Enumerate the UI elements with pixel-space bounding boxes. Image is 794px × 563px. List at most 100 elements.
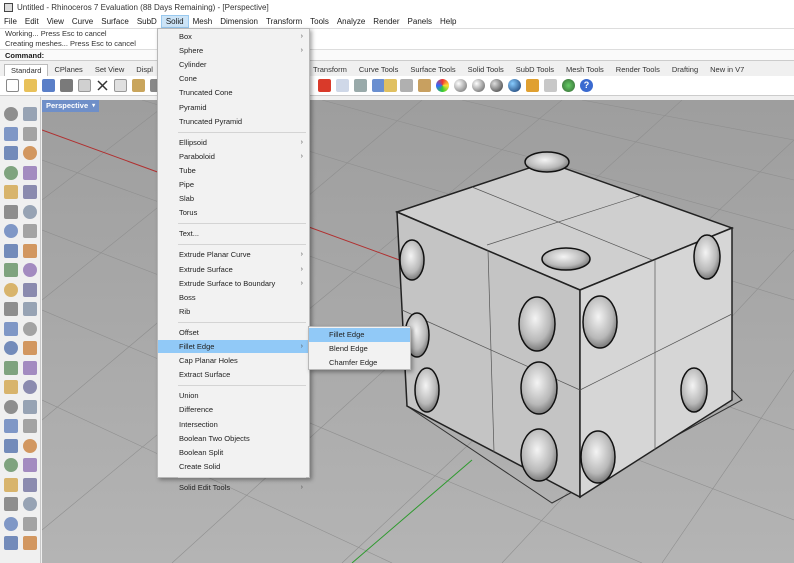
tool-palette-icon[interactable] (23, 243, 37, 258)
tool-palette-icon[interactable] (23, 458, 37, 472)
menu-item-cap-planar-holes[interactable]: Cap Planar Holes (158, 354, 309, 367)
tool-palette-icon[interactable] (23, 321, 37, 336)
tool-palette-icon[interactable] (4, 107, 18, 121)
command-prompt[interactable]: Command: (0, 49, 794, 60)
tool-palette-icon[interactable] (23, 204, 37, 219)
menu-item-intersection[interactable]: Intersection (158, 418, 309, 431)
tool-palette-icon[interactable] (4, 536, 18, 550)
tool-palette-icon[interactable] (23, 360, 37, 375)
menu-curve[interactable]: Curve (68, 15, 97, 28)
tool-palette-icon[interactable] (4, 497, 18, 511)
tab-drafting[interactable]: Drafting (666, 64, 704, 76)
tool-palette-icon[interactable] (4, 204, 18, 219)
paste-icon[interactable] (132, 79, 145, 92)
menu-item-extrude-surface-to-boundary[interactable]: Extrude Surface to Boundary › (158, 277, 309, 290)
tool-palette-icon[interactable] (4, 516, 18, 531)
tab-mesh-tools[interactable]: Mesh Tools (560, 64, 610, 76)
cut-icon[interactable] (96, 79, 109, 92)
submenu-item-blend-edge[interactable]: Blend Edge (309, 342, 410, 356)
menu-item-tube[interactable]: Tube (158, 164, 309, 177)
tool-palette-icon[interactable] (4, 477, 18, 492)
menu-item-paraboloid[interactable]: Paraboloid › (158, 150, 309, 163)
tab-surface-tools[interactable]: Surface Tools (404, 64, 461, 76)
tool-palette-icon[interactable] (23, 516, 37, 531)
submenu-item-chamfer-edge[interactable]: Chamfer Edge (309, 356, 410, 370)
submenu-item-fillet-edge[interactable]: Fillet Edge (309, 328, 410, 342)
menu-item-extract-surface[interactable]: Extract Surface (158, 368, 309, 381)
copy-icon[interactable] (114, 79, 127, 92)
tool-palette-icon[interactable] (4, 243, 18, 258)
save-icon[interactable] (42, 79, 55, 92)
menu-item-solid-edit-tools[interactable]: Solid Edit Tools › (158, 481, 309, 494)
menu-item-cone[interactable]: Cone (158, 72, 309, 85)
tool-palette-icon[interactable] (23, 536, 37, 550)
tab-subd-tools[interactable]: SubD Tools (510, 64, 560, 76)
tool-palette-icon[interactable] (4, 263, 18, 277)
tool-palette-icon[interactable] (4, 419, 18, 433)
color-wheel-icon[interactable] (436, 79, 449, 92)
print-icon[interactable] (60, 79, 73, 92)
menu-item-truncated-cone[interactable]: Truncated Cone (158, 86, 309, 99)
menu-dimension[interactable]: Dimension (216, 15, 262, 28)
menu-surface[interactable]: Surface (97, 15, 133, 28)
menu-item-boss[interactable]: Boss (158, 291, 309, 304)
tool-palette-icon[interactable] (4, 438, 18, 453)
menu-view[interactable]: View (43, 15, 68, 28)
tool-palette-icon[interactable] (4, 321, 18, 336)
tool-palette-icon[interactable] (23, 438, 37, 453)
toolbar-tool-icon[interactable] (526, 79, 539, 92)
menu-item-fillet-edge[interactable]: Fillet Edge › (158, 340, 309, 353)
menu-item-boolean-split[interactable]: Boolean Split (158, 446, 309, 459)
menu-edit[interactable]: Edit (21, 15, 43, 28)
menu-item-torus[interactable]: Torus (158, 206, 309, 219)
properties-icon[interactable] (78, 79, 91, 92)
menu-tools[interactable]: Tools (306, 15, 333, 28)
menu-item-boolean-two-objects[interactable]: Boolean Two Objects (158, 432, 309, 445)
tool-palette-icon[interactable] (4, 341, 18, 355)
toolbar-tool-icon[interactable] (354, 79, 367, 92)
tool-palette-icon[interactable] (23, 341, 37, 355)
tool-palette-icon[interactable] (23, 282, 37, 297)
tool-palette-icon[interactable] (23, 126, 37, 141)
tool-palette-icon[interactable] (23, 419, 37, 433)
tool-palette-icon[interactable] (4, 399, 18, 414)
tool-palette-icon[interactable] (23, 224, 37, 238)
help-icon[interactable]: ? (580, 79, 593, 92)
menu-item-slab[interactable]: Slab (158, 192, 309, 205)
tab-new-in-v7[interactable]: New in V7 (704, 64, 750, 76)
menu-item-offset[interactable]: Offset (158, 326, 309, 339)
tab-set-view[interactable]: Set View (89, 64, 130, 76)
chevron-down-icon[interactable]: ▾ (92, 100, 95, 112)
tool-palette-icon[interactable] (23, 477, 37, 492)
toolbar-tool-icon[interactable] (318, 79, 331, 92)
tool-palette-icon[interactable] (23, 185, 37, 199)
menu-item-union[interactable]: Union (158, 389, 309, 402)
menu-item-cylinder[interactable]: Cylinder (158, 58, 309, 71)
menu-transform[interactable]: Transform (262, 15, 306, 28)
tool-palette-icon[interactable] (4, 165, 18, 180)
tab-displ[interactable]: Displ (130, 64, 159, 76)
menu-item-truncated-pyramid[interactable]: Truncated Pyramid (158, 115, 309, 128)
new-file-icon[interactable] (6, 79, 19, 92)
tool-palette-icon[interactable] (4, 224, 18, 238)
viewport-title-tab[interactable]: Perspective ▾ (42, 100, 100, 112)
toolbar-tool-icon[interactable] (544, 79, 557, 92)
menu-item-box[interactable]: Box › (158, 30, 309, 43)
tab-standard[interactable]: Standard (4, 64, 49, 76)
tool-palette-icon[interactable] (4, 185, 18, 199)
menu-file[interactable]: File (0, 15, 21, 28)
tool-palette-icon[interactable] (4, 380, 18, 394)
toolbar-tool-icon[interactable] (400, 79, 413, 92)
toolbar-tool-icon[interactable] (336, 79, 349, 92)
tool-palette-icon[interactable] (23, 497, 37, 511)
tool-palette-icon[interactable] (4, 302, 18, 316)
render-sphere-icon[interactable] (508, 79, 521, 92)
tool-palette-icon[interactable] (23, 399, 37, 414)
tool-palette-icon[interactable] (23, 146, 37, 160)
perspective-viewport[interactable] (42, 100, 794, 563)
tool-palette-icon[interactable] (4, 146, 18, 160)
tool-palette-icon[interactable] (23, 107, 37, 121)
tool-palette-icon[interactable] (4, 282, 18, 297)
globe-icon[interactable] (562, 79, 575, 92)
tab-render-tools[interactable]: Render Tools (610, 64, 666, 76)
